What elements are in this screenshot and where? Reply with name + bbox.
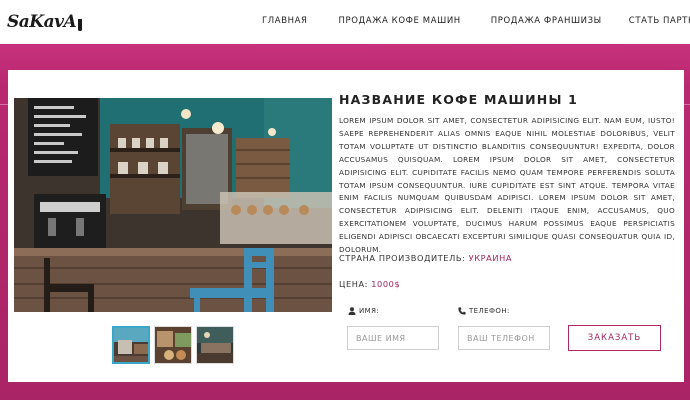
- price-value: 1000$: [371, 279, 401, 289]
- product-main-image: [14, 98, 332, 312]
- nav-item-franchise[interactable]: Продажа франшизы: [491, 16, 602, 26]
- cafe-photo-illustration: [14, 98, 332, 312]
- thumbnail-3[interactable]: [196, 326, 234, 364]
- nav-item-coffee-machines[interactable]: Продажа кофе машин: [339, 16, 461, 26]
- country-value: Украина: [468, 253, 513, 263]
- logo-text: SaKavA: [7, 12, 77, 32]
- user-icon: [348, 307, 356, 315]
- price-label: Цена:: [339, 279, 369, 289]
- phone-label-text: Телефон:: [469, 307, 510, 315]
- thumbnail-image: [114, 328, 148, 362]
- nav-item-home[interactable]: Главная: [262, 16, 308, 26]
- country-row: Страна производитель: Украина: [339, 253, 512, 263]
- phone-input[interactable]: [458, 326, 550, 350]
- site-logo[interactable]: SaKavA: [7, 6, 83, 38]
- name-field-label: Имя:: [348, 307, 379, 315]
- product-description: Lorem ipsum dolor sit amet, consectetur …: [339, 116, 675, 255]
- thumbnail-image: [197, 327, 233, 363]
- phone-field-label: Телефон:: [458, 307, 510, 315]
- main-nav: Главная Продажа кофе машин Продажа франш…: [262, 16, 690, 26]
- name-input[interactable]: [347, 326, 439, 350]
- thumbnail-1[interactable]: [112, 326, 150, 364]
- price-row: Цена: 1000$: [339, 279, 400, 289]
- coffee-cup-icon: [78, 19, 83, 31]
- thumbnail-image: [155, 327, 191, 363]
- order-button[interactable]: Заказать: [568, 325, 661, 351]
- site-header: SaKavA Главная Продажа кофе машин Продаж…: [0, 0, 690, 44]
- phone-icon: [458, 307, 466, 315]
- thumbnail-strip: [112, 326, 234, 364]
- product-title: Название кофе машины 1: [339, 92, 579, 107]
- thumbnail-2[interactable]: [154, 326, 192, 364]
- nav-item-become-partner[interactable]: Стать партнером: [629, 16, 690, 26]
- country-label: Страна производитель:: [339, 253, 466, 263]
- name-label-text: Имя:: [359, 307, 380, 315]
